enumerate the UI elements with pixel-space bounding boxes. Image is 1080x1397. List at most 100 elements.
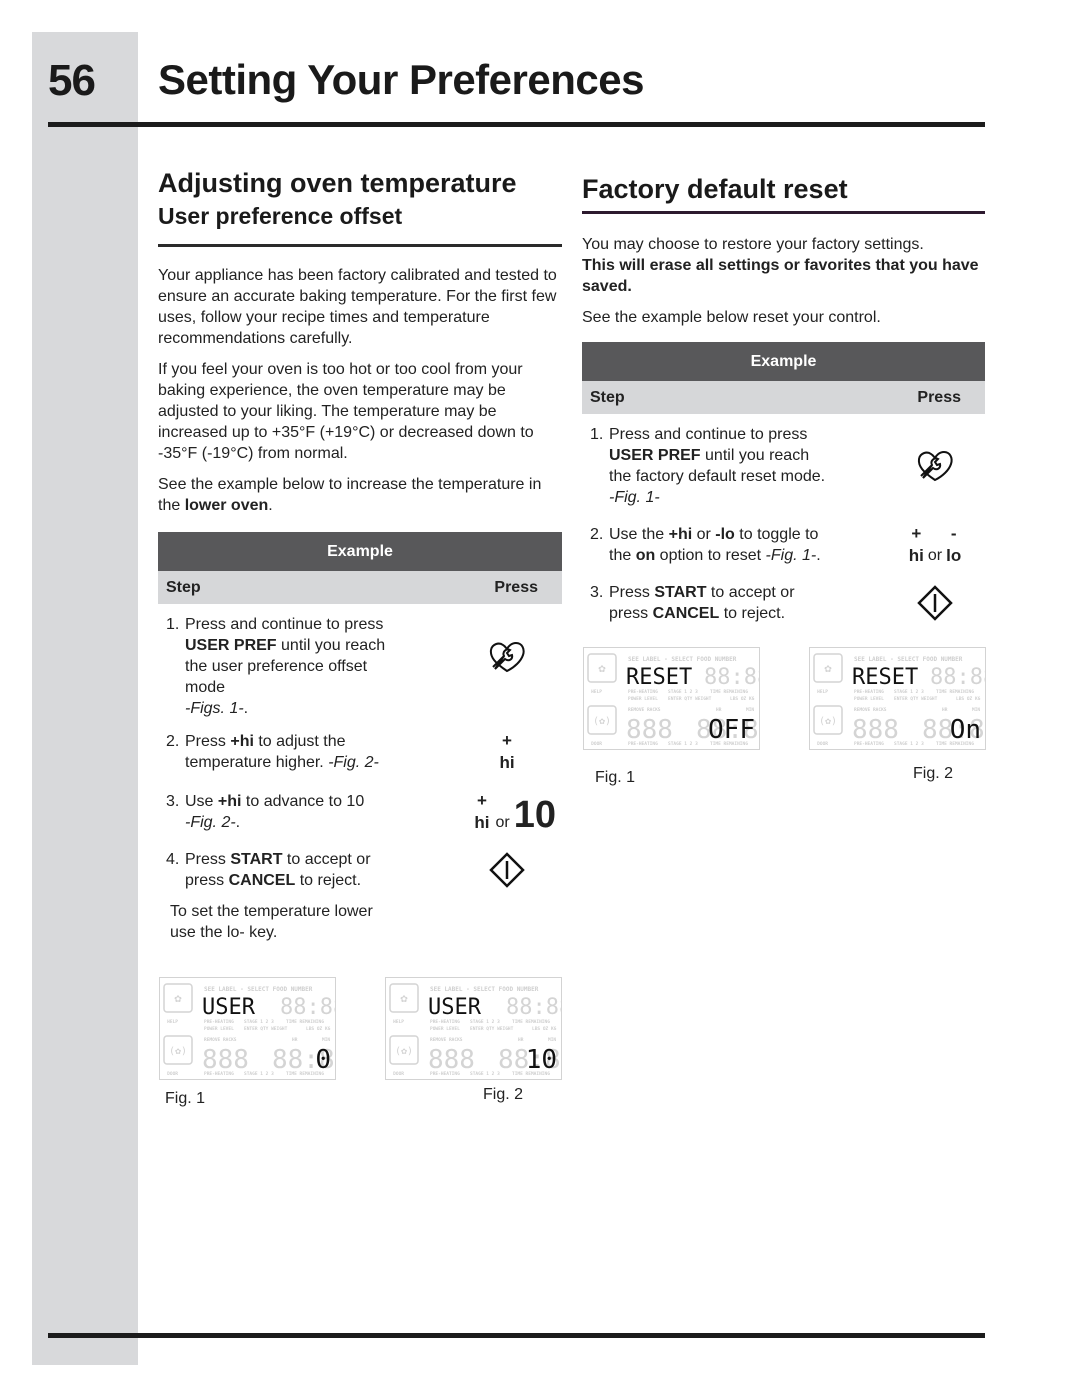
lcd-top-text: RESET: [852, 665, 918, 690]
lcd-label: HR: [716, 707, 722, 713]
press-cell: [885, 450, 985, 482]
text: Use the: [609, 526, 669, 543]
text: Press and continue to press: [609, 426, 808, 443]
user-pref-wrench-heart-icon: [489, 641, 525, 672]
fan-glyph: (✿): [395, 1046, 413, 1057]
press-cell: [452, 641, 562, 693]
fan-glyph: ✿: [400, 991, 408, 1005]
plus-icon: +: [476, 791, 487, 810]
text: to reject.: [719, 605, 786, 622]
key-name: CANCEL: [228, 872, 296, 889]
text: press: [185, 872, 229, 889]
page-title: Setting Your Preferences: [158, 56, 644, 103]
lcd-label: HR: [292, 1037, 298, 1043]
key-name: +hi: [230, 733, 254, 750]
step-row: 3. Use +hi to advance to 10 -Fig. 2-. + h…: [158, 790, 562, 836]
text: to accept or: [282, 851, 371, 868]
lcd-label: DOOR: [167, 1071, 178, 1077]
lcd-label: MIN: [746, 707, 754, 713]
lcd-screen: ✿(✿)SEE LABEL - SELECT FOOD NUMBERHELP PR…: [389, 983, 576, 1077]
page-margin-tab: [32, 32, 138, 1365]
plus-icon: +: [911, 524, 922, 543]
figure-caption: Fig. 1: [165, 1090, 206, 1107]
step-text: 2. Press +hi to adjust the temperature hi…: [158, 731, 379, 773]
text: the: [609, 547, 636, 564]
step-row: 4. Press START to accept or press CANCEL …: [158, 849, 562, 891]
lcd-display-figure: ✿ (✿) SEE LABEL - SELECT FOOD NUMBER HELP PR…: [159, 977, 350, 1080]
section-heading: Factory default reset: [582, 174, 848, 204]
text: To set the temperature lower: [170, 903, 373, 920]
text: .: [268, 497, 273, 514]
lcd-display-figure: ✿ (✿) SEE LABEL - SELECT FOOD NUMBER HELP PR…: [385, 977, 576, 1080]
lcd-label: DOOR: [393, 1071, 404, 1077]
figure-ref: -Figs. 1-: [185, 700, 244, 717]
user-pref-wrench-heart-icon: [917, 450, 953, 482]
lcd-screen: ✿(✿)SEE LABEL - SELECT FOOD NUMBERHELP PR…: [587, 653, 774, 747]
lcd-label: ENTER QTY WEIGHT: [668, 696, 712, 702]
lcd-label: HELP: [167, 1019, 178, 1025]
lcd-label: MIN: [322, 1037, 330, 1043]
lower-temperature-note: To set the temperature lower use the lo-…: [158, 901, 562, 943]
figure-caption: Fig. 2: [913, 765, 954, 782]
option-name: on: [635, 547, 656, 564]
step-row: 2. Press +hi to adjust the temperature hi…: [158, 731, 562, 773]
example-header: Example: [582, 342, 985, 381]
text: until you reach: [700, 447, 810, 464]
step-row: 1. Press and continue to press USER PREF …: [582, 424, 985, 508]
fan-glyph: ✿: [598, 661, 606, 675]
section-rule: [158, 244, 562, 247]
lcd-bottom-text: On: [950, 715, 981, 745]
text: Press: [185, 851, 231, 868]
text: to toggle to: [734, 526, 819, 543]
lcd-label: LBS OZ KG: [306, 1026, 331, 1032]
lcd-label: REMOVE RACKS: [204, 1037, 237, 1043]
text: until you reach: [276, 637, 386, 654]
text: Use: [185, 793, 218, 810]
figure-caption: Fig. 2: [483, 1086, 524, 1103]
intro-text: You may choose to restore your factory s…: [582, 234, 985, 328]
lcd-display-figure: ✿ (✿) SEE LABEL - SELECT FOOD NUMBER HELP PR…: [583, 647, 774, 750]
example-table: Example Step Press 1. Press and continue …: [582, 342, 985, 624]
figure-caption: Fig. 1: [595, 769, 636, 786]
paragraph: If you feel your oven is too hot or too …: [158, 361, 534, 462]
example-header: Example: [158, 532, 562, 571]
paragraph: Your appliance has been factory calibrat…: [158, 267, 557, 347]
text: Press and continue to press: [185, 616, 384, 633]
figure-ref: -Fig. 2-: [328, 754, 379, 771]
lcd-label: HR: [518, 1037, 524, 1043]
fan-glyph: ✿: [174, 991, 182, 1005]
warning-text: This will erase all settings or favorite…: [582, 257, 979, 295]
lcd-label: LBS OZ KG: [956, 696, 981, 702]
text: the user preference offset: [185, 658, 368, 675]
key-name: USER PREF: [609, 447, 701, 464]
step-number: 4.: [166, 851, 180, 868]
section-factory-default-reset: Factory default reset You may choose to …: [582, 174, 985, 624]
key-name: -lo: [715, 526, 735, 543]
column-step: Step: [166, 579, 201, 596]
step-text: 1. Press and continue to press USER PREF …: [158, 614, 385, 719]
lcd-label: DOOR: [591, 741, 602, 747]
header-rule: [48, 122, 985, 127]
hi-key-group: + hi: [909, 523, 924, 567]
lcd-top-text: USER: [428, 995, 482, 1020]
hi-key: hi: [474, 813, 490, 832]
start-diamond-icon: [917, 585, 953, 621]
text: to accept or: [706, 584, 795, 601]
step-text: 3. Use +hi to advance to 10 -Fig. 2-.: [158, 791, 364, 833]
lcd-ghost-digits: 888: [852, 715, 899, 745]
lcd-label: MIN: [972, 707, 980, 713]
paragraph: See the example below reset your control…: [582, 309, 881, 326]
lcd-label: DOOR: [817, 741, 828, 747]
text: use the lo- key.: [170, 924, 278, 941]
lcd-label: ENTER QTY WEIGHT: [470, 1026, 514, 1032]
or-text: or: [495, 814, 510, 831]
step-number: 1.: [590, 426, 604, 443]
hi-key-group: + hi: [474, 790, 489, 834]
lcd-label: SEE LABEL - SELECT FOOD NUMBER: [628, 656, 737, 663]
step-number: 2.: [590, 526, 604, 543]
step-text: 3. Press START to accept or press CANCEL …: [582, 582, 795, 624]
example-column-headers: Step Press: [158, 571, 562, 604]
step-row: 1. Press and continue to press USER PREF …: [158, 614, 562, 719]
fan-glyph: (✿): [169, 1046, 187, 1057]
target-value: 10: [513, 794, 556, 836]
